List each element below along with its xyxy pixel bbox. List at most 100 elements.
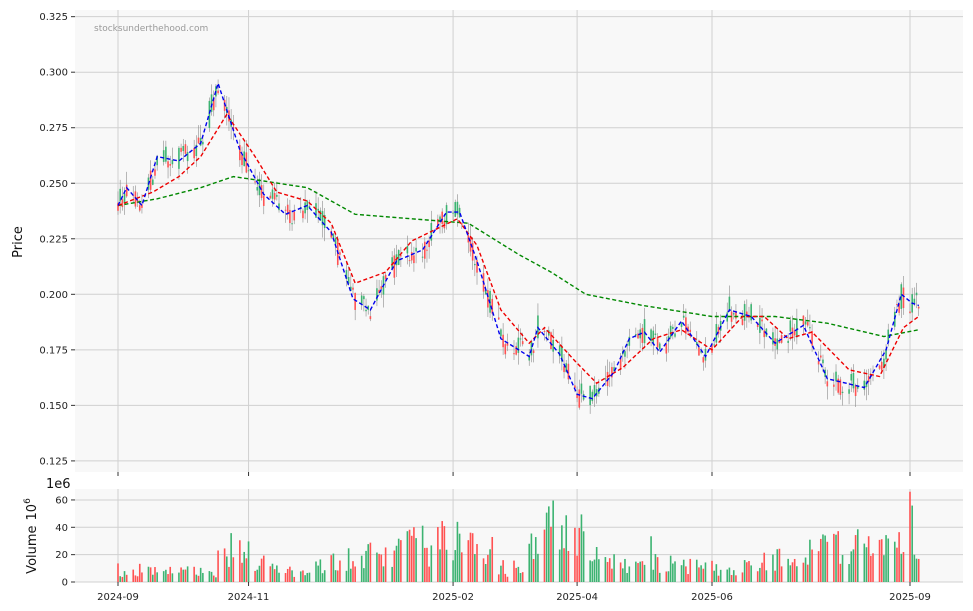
candle-down	[369, 316, 372, 320]
candle-up	[202, 141, 204, 145]
volume-bar	[443, 526, 446, 582]
candle-down	[665, 343, 668, 354]
volume-bar	[796, 566, 798, 582]
candle-down	[260, 185, 263, 198]
volume-bar	[406, 531, 409, 582]
volume-bar	[395, 545, 398, 582]
volume-bar	[900, 553, 903, 582]
volume-axis-unit: 10	[25, 504, 40, 521]
volume-bar	[193, 566, 195, 582]
candle-down	[702, 357, 705, 363]
volume-bar	[826, 541, 829, 582]
volume-bar	[715, 564, 718, 582]
volume-bar	[811, 549, 813, 582]
volume-bar	[887, 538, 890, 582]
volume-bar	[878, 539, 881, 582]
candle-down	[504, 344, 507, 355]
volume-bar	[152, 574, 154, 582]
volume-bar	[548, 506, 550, 582]
candle-down	[746, 311, 748, 315]
candle-down	[262, 195, 265, 206]
candle-up	[152, 179, 154, 185]
volume-bar	[530, 533, 533, 582]
candle-up	[454, 202, 457, 217]
candle-up	[332, 233, 335, 239]
volume-bar	[685, 566, 687, 582]
volume-bar	[893, 541, 896, 582]
volume-bar	[367, 544, 370, 582]
volume-bar	[378, 553, 380, 582]
volume-bar	[484, 564, 487, 582]
volume-bar	[317, 565, 319, 582]
candle-up	[759, 317, 761, 333]
volume-bar	[254, 570, 256, 582]
candle-up	[278, 203, 280, 211]
candle-down	[741, 318, 744, 325]
volume-bar	[698, 567, 700, 582]
volume-bar	[167, 574, 169, 582]
volume-bar	[787, 558, 789, 582]
volume-bar	[726, 569, 729, 582]
candle-down	[909, 311, 911, 314]
candle-down	[180, 147, 182, 152]
volume-bar	[624, 558, 626, 582]
volume-bar	[809, 539, 811, 582]
candle-down	[273, 193, 276, 200]
candle-up	[787, 340, 789, 343]
volume-bar	[711, 560, 713, 582]
volume-tick-label: 0	[62, 578, 68, 589]
price-tick-label: 0.150	[39, 401, 68, 412]
volume-bar	[641, 561, 644, 582]
volume-bar	[765, 570, 768, 582]
volume-bar	[291, 570, 293, 582]
volume-bar	[391, 566, 393, 582]
candle-down	[513, 353, 515, 355]
volume-bar	[441, 521, 443, 582]
candle-down	[917, 306, 920, 309]
volume-bar	[363, 568, 365, 582]
candle-up	[732, 313, 735, 315]
volume-bar	[182, 569, 185, 582]
volume-bar	[513, 560, 515, 582]
candle-up	[654, 333, 657, 335]
candle-down	[352, 287, 354, 290]
volume-bar	[400, 540, 402, 582]
volume-bar	[162, 571, 165, 582]
volume-bar	[269, 566, 272, 582]
volume-bar	[626, 572, 628, 582]
candlestick-chart: 0.125 0.150 0.175 0.200 0.225 0.250 0.275 0.300…	[0, 0, 973, 611]
volume-bar	[841, 554, 844, 582]
volume-bar	[471, 533, 474, 582]
volume-bar	[665, 571, 668, 582]
volume-bar	[500, 565, 502, 582]
volume-bar	[149, 567, 152, 582]
candle-up	[852, 372, 855, 389]
volume-bar	[567, 550, 570, 582]
volume-bar	[885, 535, 887, 582]
volume-bar	[728, 567, 731, 582]
volume-axis-label-text: Volume	[25, 525, 40, 573]
volume-bar	[273, 569, 276, 582]
volume-bar	[393, 550, 396, 582]
candle-down	[878, 365, 881, 369]
volume-bar	[772, 554, 774, 582]
candle-up	[841, 391, 844, 394]
volume-bar	[186, 566, 189, 582]
volume-bar	[184, 569, 187, 582]
volume-bar	[650, 536, 652, 582]
volume-bar	[330, 555, 333, 582]
volume-bar	[911, 505, 913, 582]
volume-bar	[165, 569, 167, 582]
volume-bar	[748, 561, 750, 582]
volume-bar	[437, 527, 439, 582]
candle-down	[217, 90, 219, 94]
volume-bar	[506, 576, 509, 582]
candle-down	[269, 195, 272, 199]
volume-bar	[376, 552, 378, 582]
candle-up	[256, 187, 259, 191]
volume-bar	[380, 554, 383, 582]
volume-bar	[515, 567, 517, 582]
candle-up	[863, 380, 866, 390]
volume-bar	[656, 557, 659, 582]
candle-up	[835, 371, 837, 382]
